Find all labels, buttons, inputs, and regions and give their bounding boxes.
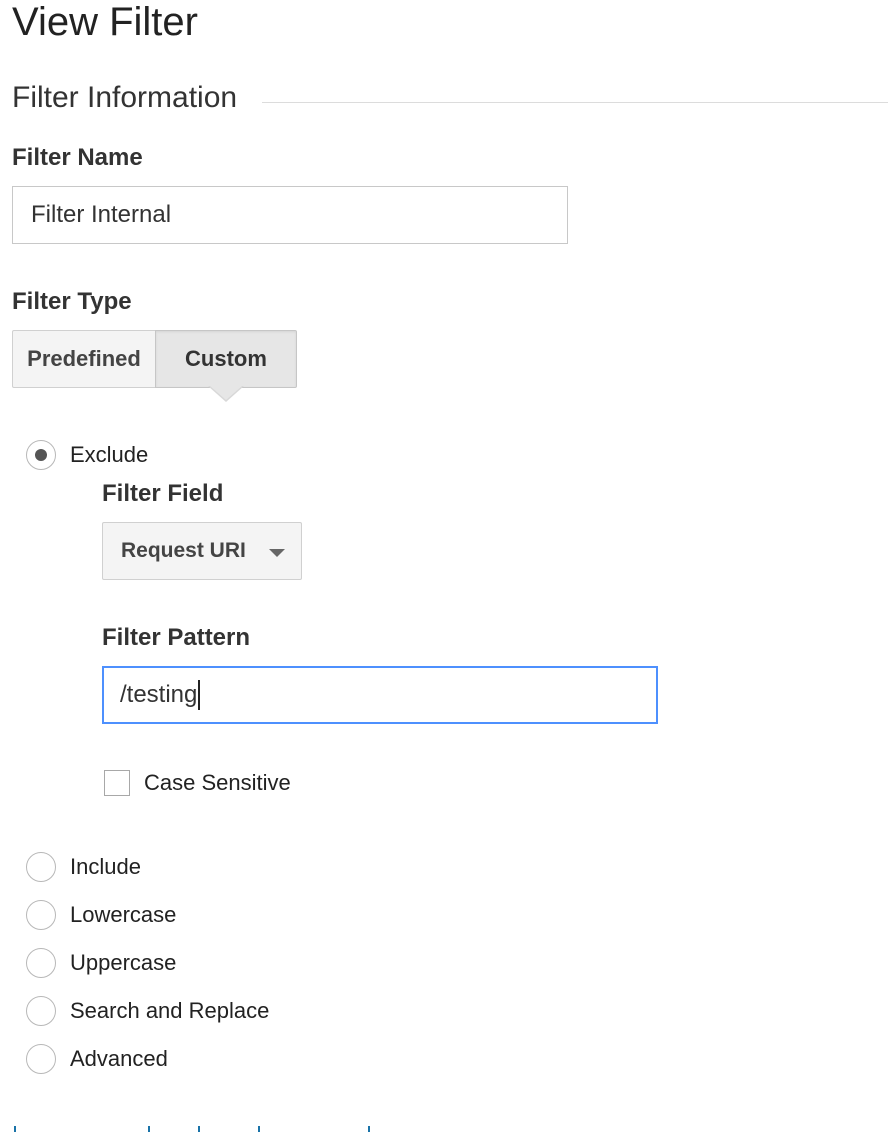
filter-pattern-value: /testing <box>120 681 198 708</box>
radio-option-include[interactable]: Include <box>26 852 141 882</box>
selected-tab-pointer-fill <box>210 386 242 400</box>
filter-field-dropdown[interactable]: Request URI <box>102 522 302 580</box>
case-sensitive-checkbox[interactable] <box>104 770 130 796</box>
tab-predefined[interactable]: Predefined <box>12 330 156 388</box>
radio-option-exclude[interactable]: Exclude <box>26 440 148 470</box>
filter-name-input[interactable]: Filter Internal <box>12 186 568 244</box>
radio-button-exclude[interactable] <box>26 440 56 470</box>
radio-button-lowercase[interactable] <box>26 900 56 930</box>
filter-type-toggle: Predefined Custom <box>12 330 297 388</box>
radio-option-advanced[interactable]: Advanced <box>26 1044 168 1074</box>
radio-button-include[interactable] <box>26 852 56 882</box>
tab-custom[interactable]: Custom <box>155 330 297 388</box>
filter-name-value: Filter Internal <box>31 201 172 228</box>
section-divider <box>262 102 888 103</box>
radio-option-search-and-replace[interactable]: Search and Replace <box>26 996 269 1026</box>
filter-pattern-label: Filter Pattern <box>102 624 251 651</box>
radio-label-exclude: Exclude <box>70 442 149 467</box>
filter-name-label: Filter Name <box>12 144 143 171</box>
case-sensitive-label: Case Sensitive <box>144 770 291 795</box>
filter-pattern-input[interactable]: /testing <box>102 666 658 724</box>
radio-label-include: Include <box>70 854 141 879</box>
dropdown-arrow-icon <box>269 549 285 557</box>
filter-field-label: Filter Field <box>102 480 224 507</box>
section-header-filter-information: Filter Information <box>12 81 238 114</box>
case-sensitive-option[interactable]: Case Sensitive <box>104 770 291 796</box>
radio-option-lowercase[interactable]: Lowercase <box>26 900 176 930</box>
radio-label-lowercase: Lowercase <box>70 902 177 927</box>
radio-button-search-and-replace[interactable] <box>26 996 56 1026</box>
page-title: View Filter <box>12 0 198 44</box>
filter-field-selected-value: Request URI <box>121 539 246 562</box>
truncated-link-text[interactable] <box>12 1126 372 1132</box>
radio-selected-dot <box>35 449 47 461</box>
radio-label-uppercase: Uppercase <box>70 950 177 975</box>
radio-button-advanced[interactable] <box>26 1044 56 1074</box>
radio-option-uppercase[interactable]: Uppercase <box>26 948 176 978</box>
radio-label-advanced: Advanced <box>70 1046 168 1071</box>
filter-type-label: Filter Type <box>12 288 132 315</box>
view-filter-page: View Filter Filter Information Filter Na… <box>0 0 888 1132</box>
radio-label-search-and-replace: Search and Replace <box>70 998 270 1023</box>
radio-button-uppercase[interactable] <box>26 948 56 978</box>
text-cursor <box>198 680 201 710</box>
